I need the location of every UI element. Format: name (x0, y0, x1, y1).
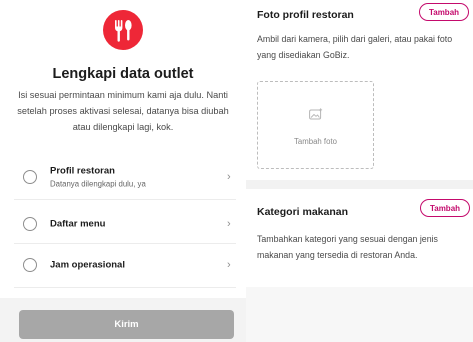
checklist-item-daftar-menu[interactable]: Daftar menu › (0, 204, 246, 244)
category-section-title: Kategori makanan (257, 206, 349, 218)
chevron-right-icon: › (227, 218, 231, 230)
add-photo-label: Tambah foto (294, 137, 337, 146)
chevron-right-icon: › (227, 259, 231, 271)
add-category-button[interactable]: Tambah (420, 199, 470, 217)
section-separator (246, 180, 473, 189)
page-title: Lengkapi data outlet (52, 66, 194, 82)
add-image-icon (309, 108, 323, 120)
checklist-item-jam-operasional[interactable]: Jam operasional › (0, 245, 246, 285)
chevron-right-icon: › (227, 171, 231, 183)
photo-upload-area[interactable]: Tambah foto (257, 81, 374, 169)
add-photo-button[interactable]: Tambah (419, 3, 469, 21)
bottom-area (246, 287, 473, 342)
divider (14, 243, 236, 244)
page-description: Isi sesuai permintaan minimum kami aja d… (17, 90, 229, 132)
checklist-item-label: Daftar menu (50, 218, 106, 230)
submit-button[interactable]: Kirim (19, 310, 234, 339)
checklist-item-profil-restoran[interactable]: Profil restoran Datanya dilengkapi dulu,… (0, 157, 246, 197)
photo-section-description: Ambil dari kamera, pilih dari galeri, at… (257, 34, 453, 60)
category-section-description: Tambahkan kategori yang sesuai dengan je… (257, 234, 438, 260)
checklist-item-label: Profil restoran (50, 165, 115, 177)
checklist-item-label: Jam operasional (50, 259, 125, 271)
restaurant-profile-panel: Foto profil restoran Tambah Ambil dari k… (246, 0, 473, 342)
photo-section-title: Foto profil restoran (257, 9, 354, 21)
checklist-item-sublabel: Datanya dilengkapi dulu, ya (50, 179, 146, 189)
screen: Lengkapi data outlet Isi sesuai perminta… (0, 0, 473, 342)
outlet-data-panel: Lengkapi data outlet Isi sesuai perminta… (0, 0, 246, 342)
radio-unchecked-icon[interactable] (23, 217, 37, 231)
radio-unchecked-icon[interactable] (23, 170, 37, 184)
divider (14, 199, 236, 200)
fork-spoon-icon (103, 10, 143, 50)
radio-unchecked-icon[interactable] (23, 258, 37, 272)
divider (14, 287, 236, 288)
